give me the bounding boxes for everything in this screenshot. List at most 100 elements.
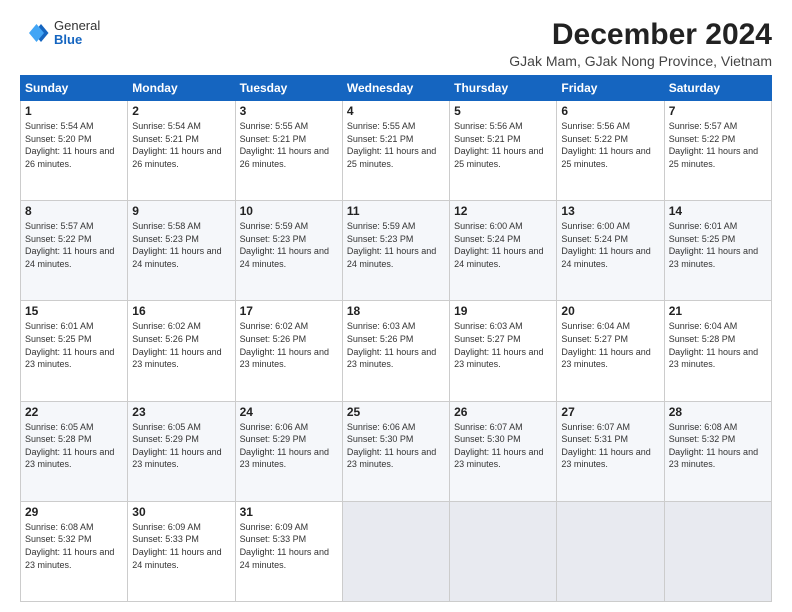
logo-icon bbox=[20, 18, 50, 48]
day-number: 9 bbox=[132, 204, 230, 218]
logo: General Blue bbox=[20, 18, 100, 48]
calendar-header: Sunday Monday Tuesday Wednesday Thursday… bbox=[21, 76, 772, 101]
calendar-table: Sunday Monday Tuesday Wednesday Thursday… bbox=[20, 75, 772, 602]
calendar-day-cell: 22 Sunrise: 6:05 AMSunset: 5:28 PMDayligh… bbox=[21, 401, 128, 501]
day-info: Sunrise: 6:06 AMSunset: 5:29 PMDaylight:… bbox=[240, 421, 338, 471]
header: General Blue December 2024 GJak Mam, GJa… bbox=[20, 18, 772, 69]
day-number: 26 bbox=[454, 405, 552, 419]
day-info: Sunrise: 6:03 AMSunset: 5:26 PMDaylight:… bbox=[347, 320, 445, 370]
day-number: 11 bbox=[347, 204, 445, 218]
day-info: Sunrise: 6:00 AMSunset: 5:24 PMDaylight:… bbox=[454, 220, 552, 270]
logo-general: General bbox=[54, 19, 100, 33]
calendar-day-cell: 24Sunrise: 6:06 AMSunset: 5:29 PMDayligh… bbox=[235, 401, 342, 501]
day-info: Sunrise: 6:05 AMSunset: 5:29 PMDaylight:… bbox=[132, 421, 230, 471]
calendar-day-cell: 5Sunrise: 5:56 AMSunset: 5:21 PMDaylight… bbox=[450, 101, 557, 201]
calendar-day-cell: 27 Sunrise: 6:07 AMSunset: 5:31 PMDayligh… bbox=[557, 401, 664, 501]
location-subtitle: GJak Mam, GJak Nong Province, Vietnam bbox=[509, 53, 772, 69]
day-info: Sunrise: 5:54 AMSunset: 5:20 PMDaylight:… bbox=[25, 120, 123, 170]
calendar-day-cell bbox=[342, 501, 449, 601]
calendar-day-cell: 1Sunrise: 5:54 AMSunset: 5:20 PMDaylight… bbox=[21, 101, 128, 201]
calendar-day-cell: 30 Sunrise: 6:09 AMSunset: 5:33 PMDayligh… bbox=[128, 501, 235, 601]
calendar-day-cell: 17 Sunrise: 6:02 AMSunset: 5:26 PMDayligh… bbox=[235, 301, 342, 401]
calendar-day-cell: 2Sunrise: 5:54 AMSunset: 5:21 PMDaylight… bbox=[128, 101, 235, 201]
col-tuesday: Tuesday bbox=[235, 76, 342, 101]
day-info: Sunrise: 6:03 AMSunset: 5:27 PMDaylight:… bbox=[454, 320, 552, 370]
col-sunday: Sunday bbox=[21, 76, 128, 101]
day-number: 18 bbox=[347, 304, 445, 318]
calendar-week-row: 8Sunrise: 5:57 AMSunset: 5:22 PMDaylight… bbox=[21, 201, 772, 301]
calendar-day-cell: 31 Sunrise: 6:09 AMSunset: 5:33 PMDayligh… bbox=[235, 501, 342, 601]
calendar-day-cell: 11Sunrise: 5:59 AMSunset: 5:23 PMDayligh… bbox=[342, 201, 449, 301]
calendar-day-cell: 28 Sunrise: 6:08 AMSunset: 5:32 PMDayligh… bbox=[664, 401, 771, 501]
day-info: Sunrise: 5:56 AMSunset: 5:22 PMDaylight:… bbox=[561, 120, 659, 170]
calendar-day-cell: 21 Sunrise: 6:04 AMSunset: 5:28 PMDayligh… bbox=[664, 301, 771, 401]
day-info: Sunrise: 6:05 AMSunset: 5:28 PMDaylight:… bbox=[25, 421, 123, 471]
day-number: 10 bbox=[240, 204, 338, 218]
day-info: Sunrise: 6:07 AMSunset: 5:30 PMDaylight:… bbox=[454, 421, 552, 471]
day-info: Sunrise: 6:09 AMSunset: 5:33 PMDaylight:… bbox=[132, 521, 230, 571]
day-info: Sunrise: 6:09 AMSunset: 5:33 PMDaylight:… bbox=[240, 521, 338, 571]
day-info: Sunrise: 6:02 AMSunset: 5:26 PMDaylight:… bbox=[132, 320, 230, 370]
day-info: Sunrise: 5:55 AMSunset: 5:21 PMDaylight:… bbox=[347, 120, 445, 170]
calendar-day-cell bbox=[664, 501, 771, 601]
calendar-day-cell: 19 Sunrise: 6:03 AMSunset: 5:27 PMDayligh… bbox=[450, 301, 557, 401]
day-info: Sunrise: 5:59 AMSunset: 5:23 PMDaylight:… bbox=[240, 220, 338, 270]
day-info: Sunrise: 6:08 AMSunset: 5:32 PMDaylight:… bbox=[669, 421, 767, 471]
day-info: Sunrise: 6:01 AMSunset: 5:25 PMDaylight:… bbox=[669, 220, 767, 270]
calendar-week-row: 29 Sunrise: 6:08 AMSunset: 5:32 PMDayligh… bbox=[21, 501, 772, 601]
day-number: 30 bbox=[132, 505, 230, 519]
day-info: Sunrise: 6:02 AMSunset: 5:26 PMDaylight:… bbox=[240, 320, 338, 370]
day-number: 12 bbox=[454, 204, 552, 218]
logo-blue: Blue bbox=[54, 33, 100, 47]
header-row: Sunday Monday Tuesday Wednesday Thursday… bbox=[21, 76, 772, 101]
day-number: 17 bbox=[240, 304, 338, 318]
day-number: 29 bbox=[25, 505, 123, 519]
col-monday: Monday bbox=[128, 76, 235, 101]
day-number: 7 bbox=[669, 104, 767, 118]
calendar-week-row: 22 Sunrise: 6:05 AMSunset: 5:28 PMDayligh… bbox=[21, 401, 772, 501]
calendar-day-cell: 15 Sunrise: 6:01 AMSunset: 5:25 PMDayligh… bbox=[21, 301, 128, 401]
day-info: Sunrise: 6:04 AMSunset: 5:28 PMDaylight:… bbox=[669, 320, 767, 370]
calendar-week-row: 15 Sunrise: 6:01 AMSunset: 5:25 PMDayligh… bbox=[21, 301, 772, 401]
calendar-day-cell: 13Sunrise: 6:00 AMSunset: 5:24 PMDayligh… bbox=[557, 201, 664, 301]
calendar-day-cell: 26 Sunrise: 6:07 AMSunset: 5:30 PMDayligh… bbox=[450, 401, 557, 501]
day-number: 19 bbox=[454, 304, 552, 318]
page: General Blue December 2024 GJak Mam, GJa… bbox=[0, 0, 792, 612]
day-number: 27 bbox=[561, 405, 659, 419]
day-number: 21 bbox=[669, 304, 767, 318]
day-number: 31 bbox=[240, 505, 338, 519]
day-info: Sunrise: 6:06 AMSunset: 5:30 PMDaylight:… bbox=[347, 421, 445, 471]
calendar-day-cell: 7Sunrise: 5:57 AMSunset: 5:22 PMDaylight… bbox=[664, 101, 771, 201]
day-number: 25 bbox=[347, 405, 445, 419]
calendar-week-row: 1Sunrise: 5:54 AMSunset: 5:20 PMDaylight… bbox=[21, 101, 772, 201]
day-number: 2 bbox=[132, 104, 230, 118]
col-friday: Friday bbox=[557, 76, 664, 101]
calendar-day-cell: 29 Sunrise: 6:08 AMSunset: 5:32 PMDayligh… bbox=[21, 501, 128, 601]
day-info: Sunrise: 5:57 AMSunset: 5:22 PMDaylight:… bbox=[25, 220, 123, 270]
calendar-day-cell bbox=[557, 501, 664, 601]
day-info: Sunrise: 6:08 AMSunset: 5:32 PMDaylight:… bbox=[25, 521, 123, 571]
day-number: 13 bbox=[561, 204, 659, 218]
day-number: 14 bbox=[669, 204, 767, 218]
col-wednesday: Wednesday bbox=[342, 76, 449, 101]
day-number: 16 bbox=[132, 304, 230, 318]
day-number: 15 bbox=[25, 304, 123, 318]
day-info: Sunrise: 6:07 AMSunset: 5:31 PMDaylight:… bbox=[561, 421, 659, 471]
calendar-day-cell: 25 Sunrise: 6:06 AMSunset: 5:30 PMDayligh… bbox=[342, 401, 449, 501]
calendar-day-cell: 6 Sunrise: 5:56 AMSunset: 5:22 PMDaylight… bbox=[557, 101, 664, 201]
calendar-day-cell: 4Sunrise: 5:55 AMSunset: 5:21 PMDaylight… bbox=[342, 101, 449, 201]
calendar-day-cell: 20Sunrise: 6:04 AMSunset: 5:27 PMDayligh… bbox=[557, 301, 664, 401]
day-number: 22 bbox=[25, 405, 123, 419]
calendar-day-cell: 23Sunrise: 6:05 AMSunset: 5:29 PMDayligh… bbox=[128, 401, 235, 501]
calendar-day-cell: 18 Sunrise: 6:03 AMSunset: 5:26 PMDayligh… bbox=[342, 301, 449, 401]
day-number: 28 bbox=[669, 405, 767, 419]
title-block: December 2024 GJak Mam, GJak Nong Provin… bbox=[509, 18, 772, 69]
day-number: 20 bbox=[561, 304, 659, 318]
day-info: Sunrise: 6:01 AMSunset: 5:25 PMDaylight:… bbox=[25, 320, 123, 370]
calendar-day-cell: 9 Sunrise: 5:58 AMSunset: 5:23 PMDaylight… bbox=[128, 201, 235, 301]
day-info: Sunrise: 5:58 AMSunset: 5:23 PMDaylight:… bbox=[132, 220, 230, 270]
calendar-day-cell: 14 Sunrise: 6:01 AMSunset: 5:25 PMDayligh… bbox=[664, 201, 771, 301]
day-number: 6 bbox=[561, 104, 659, 118]
day-number: 3 bbox=[240, 104, 338, 118]
month-title: December 2024 bbox=[509, 18, 772, 51]
